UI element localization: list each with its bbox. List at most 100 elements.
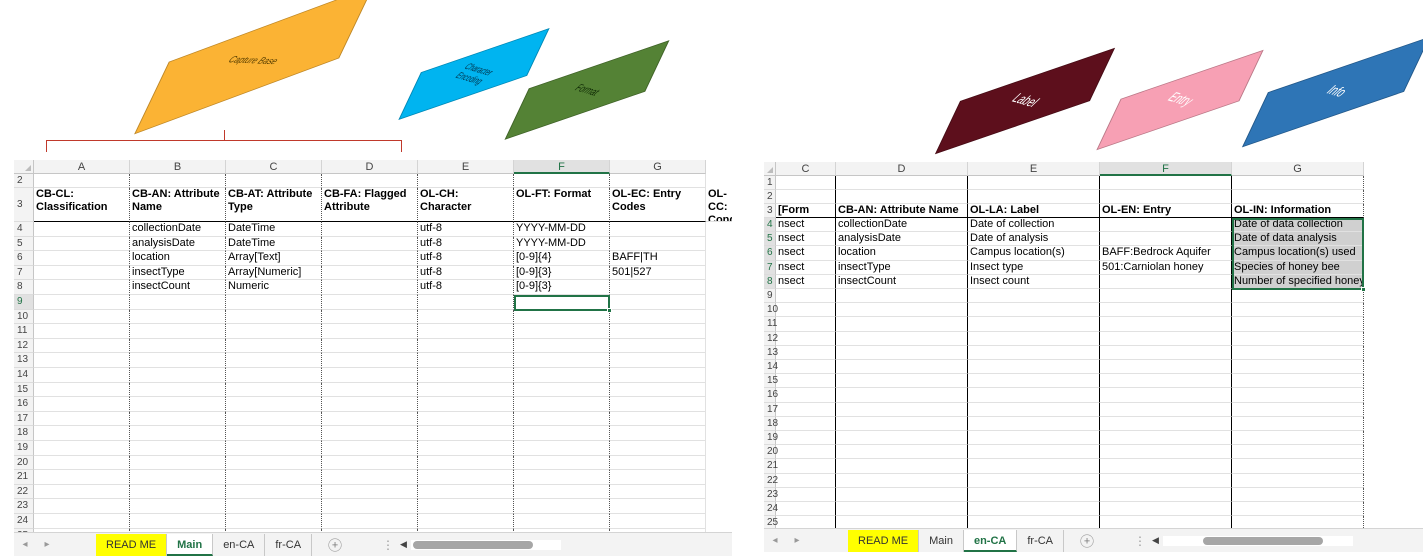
cell[interactable] (610, 368, 706, 383)
cell[interactable] (226, 338, 322, 354)
cell[interactable] (418, 426, 514, 441)
row-header[interactable]: 5 (764, 232, 776, 247)
row-header[interactable]: 12 (14, 338, 34, 354)
cell[interactable] (1232, 289, 1364, 304)
cell[interactable] (226, 382, 322, 398)
cell[interactable] (1100, 473, 1232, 488)
cell[interactable]: utf-8 (418, 222, 514, 237)
column-header[interactable]: E (418, 160, 514, 174)
column-title-cell[interactable]: OL-LA: Label (968, 204, 1100, 218)
row-header[interactable]: 18 (764, 416, 778, 431)
row-header[interactable]: 8 (14, 280, 34, 295)
cell[interactable] (322, 411, 418, 427)
cell[interactable] (1100, 431, 1232, 446)
cell[interactable] (776, 459, 836, 474)
cell[interactable] (968, 459, 1100, 474)
cell[interactable] (322, 368, 418, 383)
scrollbar-thumb[interactable] (412, 540, 533, 549)
cell[interactable] (968, 473, 1100, 488)
row-header[interactable]: 5 (14, 236, 34, 252)
cell[interactable] (34, 514, 130, 529)
cell[interactable] (322, 265, 418, 281)
row-header[interactable]: 23 (14, 499, 34, 514)
cell[interactable] (322, 484, 418, 500)
cell[interactable] (34, 338, 130, 354)
cell[interactable] (322, 309, 418, 325)
cell[interactable] (776, 360, 836, 375)
cell[interactable] (1100, 331, 1232, 346)
row-header[interactable]: 18 (14, 426, 34, 441)
cell[interactable] (968, 345, 1100, 360)
row-header[interactable]: 17 (764, 402, 778, 417)
cell[interactable] (34, 295, 130, 310)
column-title-cell[interactable]: CB-AT: Attribute Type (226, 188, 322, 222)
cell[interactable] (322, 222, 418, 237)
cell[interactable] (34, 499, 130, 514)
cell[interactable] (322, 514, 418, 529)
cell[interactable] (1100, 487, 1232, 502)
cell[interactable] (836, 431, 968, 446)
cell[interactable] (776, 416, 836, 431)
cell[interactable] (514, 338, 610, 354)
cell[interactable] (968, 190, 1100, 204)
cell[interactable] (836, 459, 968, 474)
cell[interactable] (514, 441, 610, 456)
row-header[interactable]: 13 (14, 353, 34, 368)
cell[interactable] (34, 309, 130, 325)
cell[interactable] (34, 174, 130, 188)
cell[interactable] (1100, 416, 1232, 431)
row-header[interactable]: 11 (14, 324, 34, 339)
horizontal-scrollbar[interactable] (1162, 535, 1353, 546)
row-header[interactable]: 24 (764, 502, 778, 517)
cell[interactable] (226, 514, 322, 529)
cell[interactable]: Date of analysis (968, 232, 1100, 247)
cell[interactable] (418, 174, 514, 188)
cell[interactable]: collectionDate (130, 222, 226, 237)
cell[interactable] (1100, 176, 1232, 190)
cell[interactable] (34, 470, 130, 485)
cell[interactable] (226, 353, 322, 368)
cell[interactable]: insectCount (836, 274, 968, 289)
cell[interactable] (418, 470, 514, 485)
horizontal-scrollbar[interactable] (410, 539, 561, 550)
cell[interactable]: insectType (130, 265, 226, 281)
cell[interactable]: 501:Carniolan honey (1100, 260, 1232, 275)
cell[interactable] (130, 174, 226, 188)
cell[interactable] (836, 388, 968, 403)
column-title-cell[interactable]: CB-AN: Attribute Name (836, 204, 968, 218)
cell[interactable] (322, 426, 418, 441)
tab-fr-ca[interactable]: fr-CA (265, 533, 313, 556)
cell[interactable] (34, 236, 130, 252)
tab-read-me[interactable]: READ ME (96, 533, 168, 556)
cell[interactable] (968, 374, 1100, 389)
cell[interactable] (1232, 176, 1364, 190)
cell[interactable] (1232, 473, 1364, 488)
cell[interactable] (1100, 459, 1232, 474)
cell[interactable] (776, 345, 836, 360)
cell[interactable] (226, 411, 322, 427)
cell[interactable]: DateTime (226, 236, 322, 252)
cell[interactable] (610, 484, 706, 500)
row-header[interactable]: 14 (764, 360, 778, 375)
cell[interactable] (322, 499, 418, 514)
cell[interactable] (418, 455, 514, 471)
cell[interactable] (322, 295, 418, 310)
column-title-cell[interactable]: [Form (776, 204, 836, 218)
cell[interactable] (610, 411, 706, 427)
cell[interactable] (322, 441, 418, 456)
cell[interactable] (34, 368, 130, 383)
cell[interactable] (610, 382, 706, 398)
cell[interactable] (1100, 190, 1232, 204)
cell[interactable] (226, 455, 322, 471)
cell[interactable] (610, 324, 706, 339)
cell[interactable] (968, 402, 1100, 417)
cell[interactable] (1232, 345, 1364, 360)
cell[interactable] (776, 289, 836, 304)
row-header[interactable]: 13 (764, 345, 778, 360)
column-header[interactable]: C (776, 162, 836, 176)
cell[interactable] (514, 455, 610, 471)
cell[interactable] (322, 324, 418, 339)
row-header[interactable]: 3 (764, 204, 776, 218)
cell[interactable] (968, 388, 1100, 403)
cell[interactable]: nsect (776, 274, 836, 289)
